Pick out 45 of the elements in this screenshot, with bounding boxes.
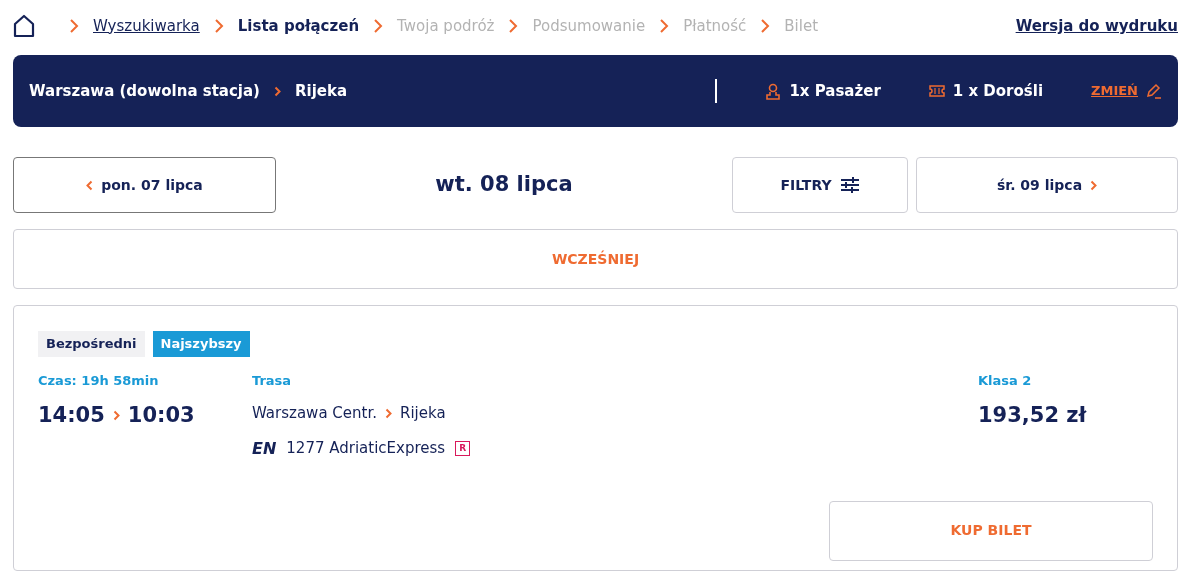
route-label: Trasa bbox=[252, 371, 293, 390]
chevron-icon bbox=[659, 18, 670, 34]
chevron-icon bbox=[86, 179, 94, 191]
breadcrumb-step: Bilet bbox=[784, 14, 819, 38]
breadcrumb-step: Płatność bbox=[683, 14, 747, 38]
next-day-button[interactable]: śr. 09 lipca bbox=[916, 157, 1178, 213]
ticket-type-text: 1 x Dorośli bbox=[952, 80, 1044, 102]
print-link[interactable]: Wersja do wydruku bbox=[1015, 14, 1178, 38]
chevron-icon bbox=[274, 85, 281, 97]
class-label: Klasa 2 bbox=[978, 371, 1033, 390]
breadcrumb-step[interactable]: Wyszukiwarka bbox=[93, 14, 200, 38]
train-name: 1277 AdriaticExpress bbox=[286, 438, 446, 460]
current-date: wt. 08 lipca bbox=[435, 171, 573, 199]
destination-text: Rijeka bbox=[295, 80, 348, 102]
arrival-time: 10:03 bbox=[127, 402, 195, 429]
station-text: Rijeka bbox=[400, 403, 446, 424]
station-text: Warszawa Centr. bbox=[252, 403, 377, 424]
breadcrumb-step: Podsumowanie bbox=[532, 14, 646, 38]
chevron-icon bbox=[508, 18, 519, 34]
chevron-icon bbox=[385, 407, 392, 419]
filter-sliders-icon bbox=[839, 177, 860, 193]
chevron-icon bbox=[112, 410, 120, 422]
pencil-icon bbox=[1146, 83, 1162, 99]
home-icon[interactable] bbox=[13, 14, 35, 38]
change-link[interactable]: ZMIEŃ bbox=[1091, 81, 1138, 101]
tag-label: Bezpośredni bbox=[38, 331, 145, 357]
reservation-badge: R bbox=[455, 441, 471, 456]
chevron-icon bbox=[213, 18, 224, 34]
passengers-text: 1x Pasażer bbox=[789, 80, 881, 102]
breadcrumb-step: Twoja podróż bbox=[397, 14, 495, 38]
duration-text: Czas: 19h 58min bbox=[38, 371, 160, 390]
chevron-icon bbox=[69, 18, 79, 34]
tag-label: Najszybszy bbox=[152, 331, 250, 357]
train-category-label: EN bbox=[252, 437, 277, 460]
origin-text: Warszawa (dowolna stacja) bbox=[29, 80, 260, 102]
price-text: 193,52 zł bbox=[978, 402, 1087, 429]
ticket-icon bbox=[928, 85, 945, 97]
chevron-icon bbox=[373, 18, 384, 34]
previous-day-button[interactable]: pon. 07 lipca bbox=[13, 157, 276, 213]
departure-time: 14:05 bbox=[38, 402, 105, 429]
chevron-icon bbox=[1090, 179, 1098, 191]
filters-button[interactable]: FILTRY bbox=[732, 157, 908, 213]
breadcrumb-step: Lista połączeń bbox=[237, 14, 360, 38]
chevron-icon bbox=[760, 18, 771, 34]
person-icon bbox=[765, 82, 782, 100]
